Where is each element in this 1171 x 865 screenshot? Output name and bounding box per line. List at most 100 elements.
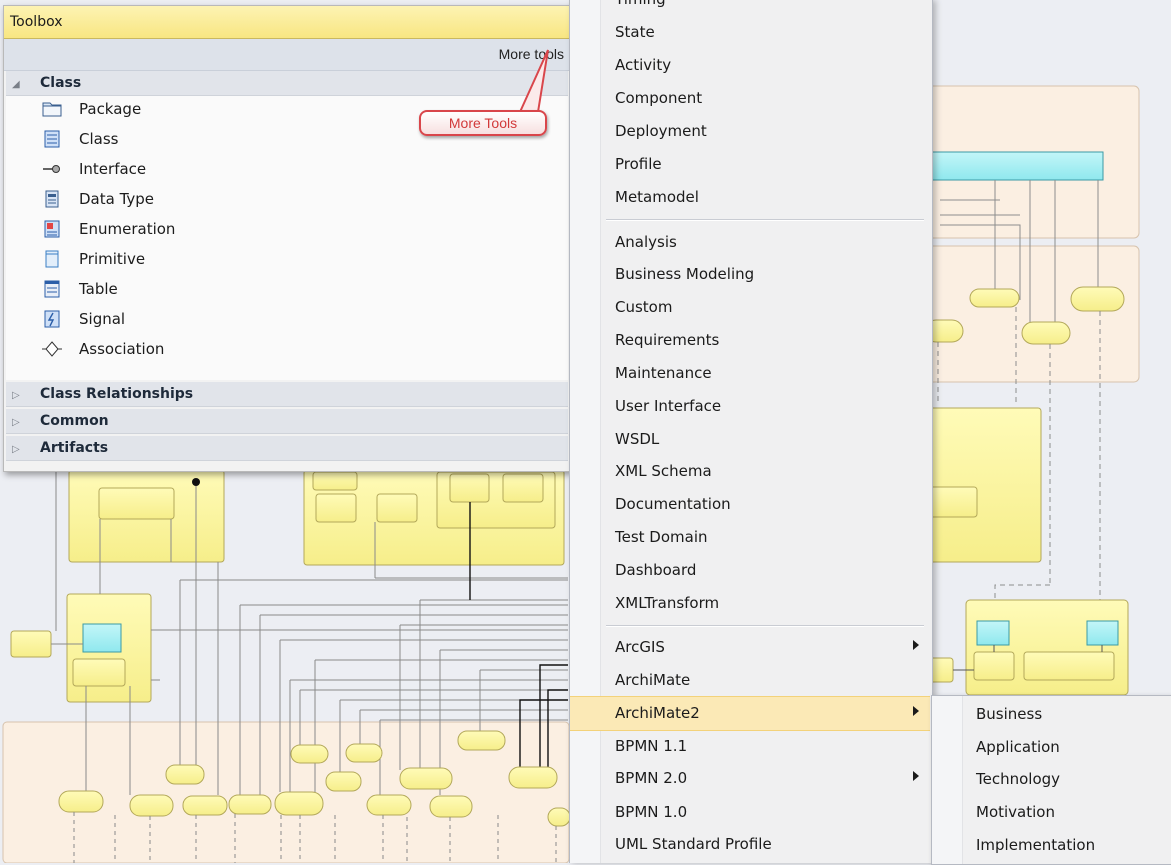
group-header-artifacts[interactable]: ▷ Artifacts <box>6 436 568 461</box>
menu-item-label: Custom <box>615 298 673 316</box>
menu-separator <box>606 625 924 627</box>
group-label: Artifacts <box>40 440 109 456</box>
menu-item-requirements[interactable]: Requirements <box>570 324 930 357</box>
technology-context-menu: Timing State Activity Component Deployme… <box>569 0 933 863</box>
toolbox-item-label: Association <box>79 340 165 358</box>
menu-item-custom[interactable]: Custom <box>570 291 930 324</box>
menu-item-label: ArcGIS <box>615 638 665 656</box>
signal-icon <box>44 310 60 328</box>
menu-item-analysis[interactable]: Analysis <box>570 226 930 259</box>
menu-item-label: User Interface <box>615 397 722 415</box>
primitive-icon <box>45 250 59 268</box>
menu-item-archimate[interactable]: ArchiMate <box>570 664 930 697</box>
submenu-item-technology[interactable]: Technology <box>932 763 1170 796</box>
toolbox-item-label: Signal <box>79 310 126 328</box>
toolbox-title: Toolbox <box>4 6 570 39</box>
menu-item-label: WSDL <box>615 430 660 448</box>
interface-icon <box>43 165 60 173</box>
menu-item-wsdl[interactable]: WSDL <box>570 423 930 456</box>
menu-item-state[interactable]: State <box>570 16 930 49</box>
data-type-icon <box>45 190 59 208</box>
menu-item-xmltransform[interactable]: XMLTransform <box>570 587 930 620</box>
more-tools-bar: More tools <box>4 39 570 71</box>
group-label: Common <box>40 413 109 429</box>
menu-item-label: XML Schema <box>615 462 712 480</box>
toolbox-item-label: Enumeration <box>79 220 176 238</box>
collapsed-triangle-icon: ▷ <box>12 417 20 428</box>
submenu-item-label: Implementation <box>976 836 1096 854</box>
menu-item-bpmn-1-0[interactable]: BPMN 1.0 <box>570 796 930 829</box>
menu-item-activity[interactable]: Activity <box>570 49 930 82</box>
toolbox-item-label: Class <box>79 130 119 148</box>
menu-item-label: Documentation <box>615 495 731 513</box>
toolbox-item-label: Table <box>79 280 118 298</box>
menu-item-profile[interactable]: Profile <box>570 148 930 181</box>
menu-item-label: Component <box>615 89 703 107</box>
menu-item-label: Deployment <box>615 122 707 140</box>
group-label-class: Class <box>40 75 82 91</box>
toolbox-item-label: Primitive <box>79 250 146 268</box>
menu-item-metamodel[interactable]: Metamodel <box>570 181 930 214</box>
menu-item-label: Metamodel <box>615 188 699 206</box>
menu-item-label: Analysis <box>615 233 677 251</box>
submenu-arrow-icon <box>913 771 919 781</box>
toolbox-item-label: Package <box>79 100 142 118</box>
group-header-common[interactable]: ▷ Common <box>6 409 568 434</box>
collapsed-triangle-icon: ▷ <box>12 444 20 455</box>
submenu-item-label: Application <box>976 738 1060 756</box>
menu-item-label: State <box>615 23 655 41</box>
menu-item-maintenance[interactable]: Maintenance <box>570 357 930 390</box>
menu-item-bpmn-2-0[interactable]: BPMN 2.0 <box>570 762 930 795</box>
submenu-arrow-icon <box>913 640 919 650</box>
toolbox-item-label: Data Type <box>79 190 155 208</box>
menu-item-label: BPMN 2.0 <box>615 769 688 787</box>
toolbox-panel: Toolbox More tools ◢ Class Package Class … <box>3 5 571 472</box>
menu-item-dashboard[interactable]: Dashboard <box>570 554 930 587</box>
menu-item-arcgis[interactable]: ArcGIS <box>570 631 930 664</box>
menu-item-label: Business Modeling <box>615 265 755 283</box>
submenu-item-label: Motivation <box>976 803 1055 821</box>
menu-item-component[interactable]: Component <box>570 82 930 115</box>
menu-item-label: Requirements <box>615 331 720 349</box>
group-header-class[interactable]: ◢ Class <box>6 71 568 96</box>
submenu-item-business[interactable]: Business <box>932 698 1170 731</box>
menu-separator <box>606 219 924 221</box>
menu-item-label: Dashboard <box>615 561 697 579</box>
menu-item-deployment[interactable]: Deployment <box>570 115 930 148</box>
menu-item-timing[interactable]: Timing <box>570 0 930 16</box>
submenu-item-motivation[interactable]: Motivation <box>932 796 1170 829</box>
menu-item-uml-standard-profile[interactable]: UML Standard Profile <box>570 828 930 861</box>
menu-item-label: Profile <box>615 155 662 173</box>
menu-item-label: ArchiMate2 <box>615 704 700 722</box>
menu-item-label: Test Domain <box>615 528 708 546</box>
menu-item-label: ArchiMate <box>615 671 691 689</box>
submenu-item-label: Technology <box>976 770 1061 788</box>
menu-item-label: UML Standard Profile <box>615 835 772 853</box>
menu-item-xml-schema[interactable]: XML Schema <box>570 455 930 488</box>
expanded-triangle-icon: ◢ <box>12 79 20 90</box>
menu-item-bpmn-1-1[interactable]: BPMN 1.1 <box>570 730 930 763</box>
submenu-item-label: Business <box>976 705 1043 723</box>
menu-item-test-domain[interactable]: Test Domain <box>570 521 930 554</box>
association-icon <box>42 341 62 357</box>
submenu-item-application[interactable]: Application <box>932 731 1170 764</box>
menu-item-user-interface[interactable]: User Interface <box>570 390 930 423</box>
submenu-item-implementation[interactable]: Implementation <box>932 829 1170 862</box>
menu-item-label: Activity <box>615 56 672 74</box>
menu-item-label: BPMN 1.1 <box>615 737 688 755</box>
group-header-class-relationships[interactable]: ▷ Class Relationships <box>6 382 568 407</box>
group-label: Class Relationships <box>40 386 194 402</box>
menu-item-documentation[interactable]: Documentation <box>570 488 930 521</box>
archimate2-submenu: Business Application Technology Motivati… <box>931 695 1171 865</box>
menu-item-label: BPMN 1.0 <box>615 803 688 821</box>
menu-item-archimate2[interactable]: ArchiMate2 <box>570 696 930 731</box>
toolbox-item-label: Interface <box>79 160 147 178</box>
collapsed-triangle-icon: ▷ <box>12 390 20 401</box>
submenu-arrow-icon <box>913 706 919 716</box>
menu-item-business-modeling[interactable]: Business Modeling <box>570 258 930 291</box>
menu-item-label: XMLTransform <box>615 594 720 612</box>
more-tools-callout: More Tools <box>419 110 547 136</box>
enumeration-icon <box>44 220 60 238</box>
menu-item-label: Timing <box>615 0 666 8</box>
class-group-items: Package Class Interface Data Type Enumer… <box>6 96 568 380</box>
